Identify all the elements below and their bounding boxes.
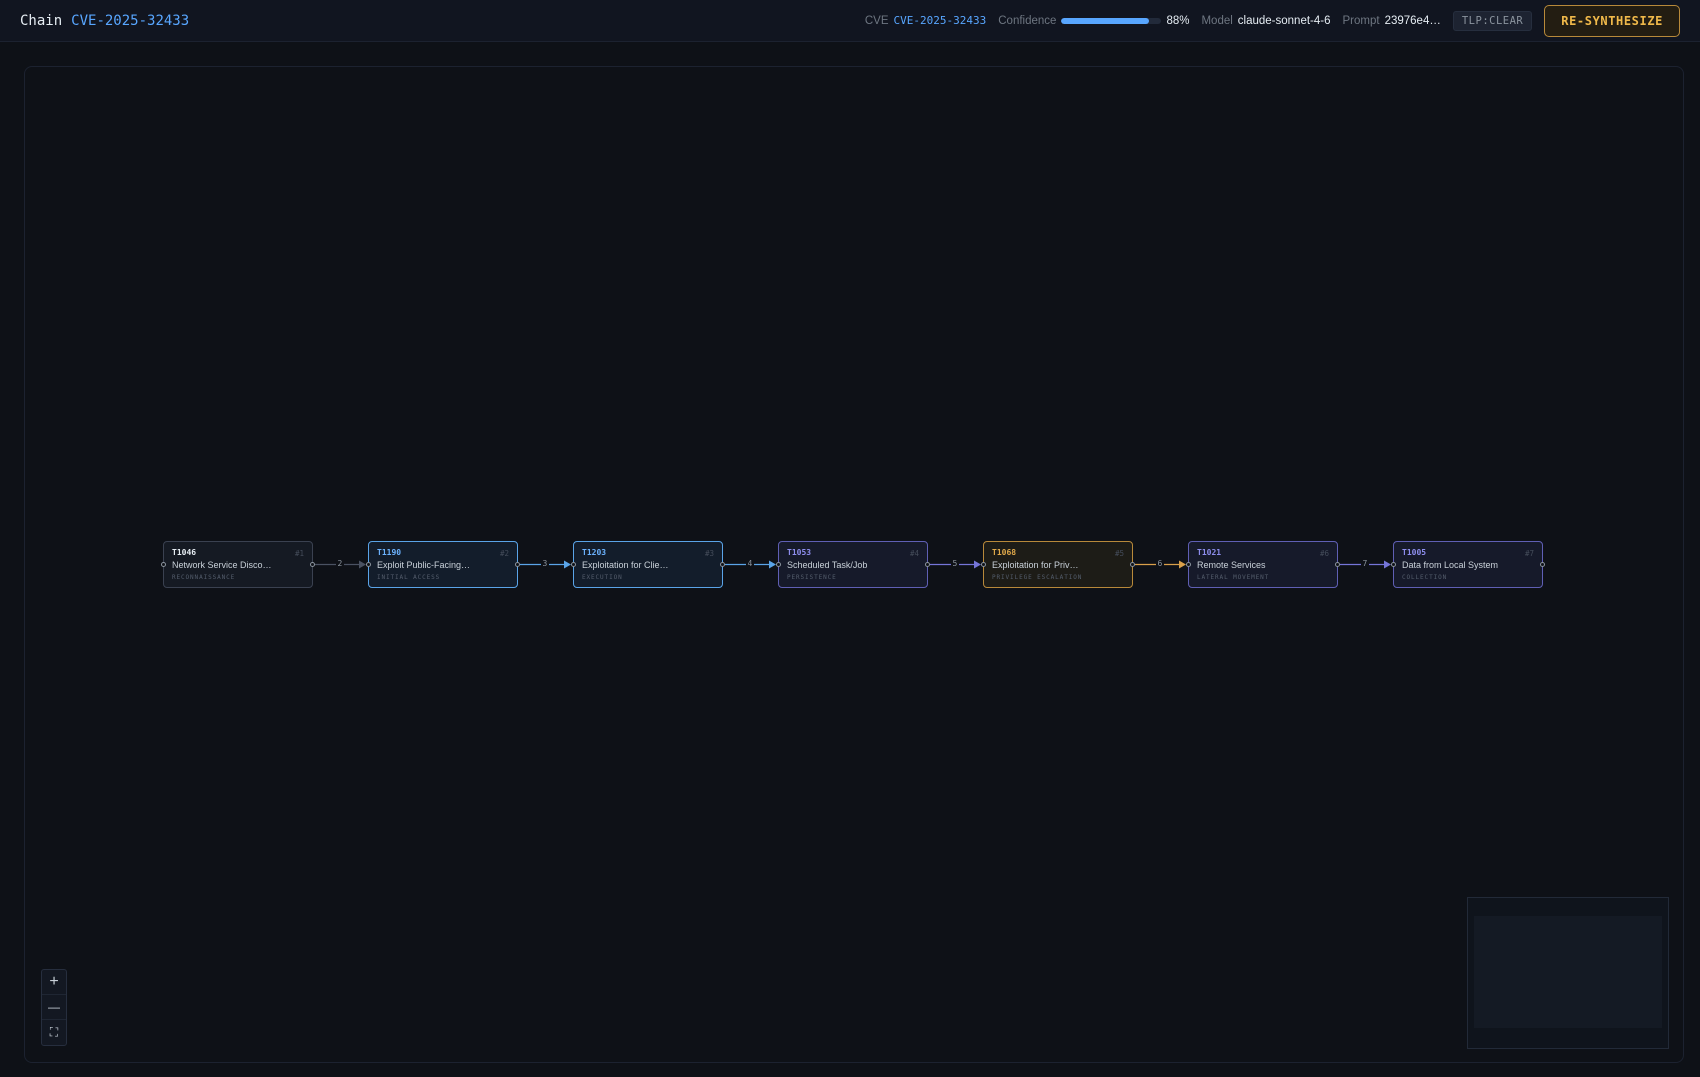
cve-key: CVE — [864, 14, 889, 27]
input-handle[interactable] — [1186, 562, 1191, 567]
edge-label: 3 — [540, 558, 550, 568]
tactic-label: RECONNAISSANCE — [172, 574, 236, 581]
tactic-label: LATERAL MOVEMENT — [1197, 574, 1270, 581]
edge-arrow — [1384, 560, 1391, 569]
zoom-controls: + — ⛶ — [41, 969, 67, 1046]
input-handle[interactable] — [366, 562, 371, 567]
confidence-bar-fill — [1061, 17, 1150, 24]
technique-node[interactable]: T1068 #5 Exploitation for Priv… PRIVILEGE E… — [981, 541, 1135, 588]
confidence-value: 88% — [1166, 14, 1190, 27]
edge-arrow — [1179, 560, 1186, 569]
technique-id: T1005 — [1402, 548, 1427, 557]
technique-id: T1046 — [172, 548, 197, 557]
step-index: #3 — [704, 549, 714, 558]
chain-title: Chain CVE-2025-32433 — [20, 13, 189, 29]
confidence-key: Confidence — [998, 14, 1057, 27]
technique-id: T1021 — [1197, 548, 1222, 557]
confidence-meta: Confidence 88% — [998, 15, 1189, 27]
model-key: Model — [1201, 14, 1233, 27]
tactic-label: PRIVILEGE ESCALATION — [992, 574, 1083, 581]
prompt-value: 23976e4… — [1384, 14, 1441, 27]
zoom-out-icon[interactable]: — — [42, 995, 66, 1020]
step-index: #6 — [1319, 549, 1329, 558]
confidence-bar — [1061, 17, 1162, 24]
top-bar: Chain CVE-2025-32433 CVE CVE-2025-32433 … — [0, 0, 1700, 42]
technique-id: T1203 — [582, 548, 607, 557]
edge-label: 6 — [1155, 558, 1165, 568]
technique-node[interactable]: T1053 #4 Scheduled Task/Job PERSISTENCE — [776, 541, 930, 588]
technique-node[interactable]: T1046 #1 Network Service Disco… RECONNAISSA… — [161, 541, 315, 588]
technique-name: Exploitation for Clie… — [582, 560, 669, 570]
step-index: #2 — [499, 549, 509, 558]
tactic-label: PERSISTENCE — [787, 574, 837, 581]
tactic-label: COLLECTION — [1402, 574, 1448, 581]
edge-arrow — [359, 560, 366, 569]
minimap-viewport[interactable] — [1474, 916, 1662, 1028]
edge-label: 4 — [745, 558, 755, 568]
cve-meta: CVE CVE-2025-32433 — [865, 14, 986, 27]
output-handle[interactable] — [1335, 562, 1340, 567]
minimap[interactable] — [1467, 897, 1669, 1049]
chain-cve-id: CVE-2025-32433 — [71, 12, 190, 29]
output-handle[interactable] — [1540, 562, 1545, 567]
model-meta: Model claude-sonnet-4-6 — [1201, 15, 1330, 27]
step-index: #1 — [294, 549, 304, 558]
technique-id: T1053 — [787, 548, 812, 557]
prompt-meta: Prompt 23976e4… — [1343, 15, 1441, 27]
technique-id: T1190 — [377, 548, 402, 557]
chain-label: Chain — [20, 12, 63, 29]
technique-name: Data from Local System — [1402, 560, 1499, 570]
tactic-label: EXECUTION — [582, 574, 623, 581]
re-synthesize-button[interactable]: RE-SYNTHESIZE — [1544, 4, 1680, 37]
prompt-key: Prompt — [1342, 14, 1380, 27]
tlp-badge: TLP:CLEAR — [1452, 10, 1533, 31]
step-index: #7 — [1524, 549, 1534, 558]
edge-label: 7 — [1360, 558, 1370, 568]
technique-name: Network Service Disco… — [172, 560, 272, 570]
edge-arrow — [564, 560, 571, 569]
step-index: #5 — [1114, 549, 1124, 558]
output-handle[interactable] — [310, 562, 315, 567]
technique-node[interactable]: T1021 #6 Remote Services LATERAL MOVEMENT — [1186, 541, 1340, 588]
technique-name: Scheduled Task/Job — [787, 560, 868, 570]
input-handle[interactable] — [161, 562, 166, 567]
edge-label: 5 — [950, 558, 960, 568]
input-handle[interactable] — [1391, 562, 1396, 567]
zoom-in-icon[interactable]: + — [42, 970, 66, 995]
output-handle[interactable] — [720, 562, 725, 567]
technique-node[interactable]: T1005 #7 Data from Local System COLLECTION — [1391, 541, 1545, 588]
output-handle[interactable] — [1130, 562, 1135, 567]
input-handle[interactable] — [776, 562, 781, 567]
technique-node[interactable]: T1190 #2 Exploit Public-Facing… INITIAL ACC… — [366, 541, 520, 588]
technique-id: T1068 — [992, 548, 1017, 557]
edge-arrow — [974, 560, 981, 569]
flow-canvas[interactable]: T1046 #1 Network Service Disco… RECONNAISSA… — [24, 66, 1684, 1063]
input-handle[interactable] — [571, 562, 576, 567]
cve-value[interactable]: CVE-2025-32433 — [894, 14, 987, 27]
tactic-label: INITIAL ACCESS — [377, 574, 441, 581]
output-handle[interactable] — [925, 562, 930, 567]
step-index: #4 — [909, 549, 919, 558]
edge-arrow — [769, 560, 776, 569]
technique-node[interactable]: T1203 #3 Exploitation for Clie… EXECUTION — [571, 541, 725, 588]
input-handle[interactable] — [981, 562, 986, 567]
technique-name: Exploitation for Priv… — [992, 560, 1079, 570]
technique-name: Remote Services — [1197, 560, 1266, 570]
model-value: claude-sonnet-4-6 — [1237, 14, 1331, 27]
edge-label: 2 — [335, 558, 345, 568]
fit-view-icon[interactable]: ⛶ — [42, 1020, 66, 1045]
technique-name: Exploit Public-Facing… — [377, 560, 471, 570]
output-handle[interactable] — [515, 562, 520, 567]
